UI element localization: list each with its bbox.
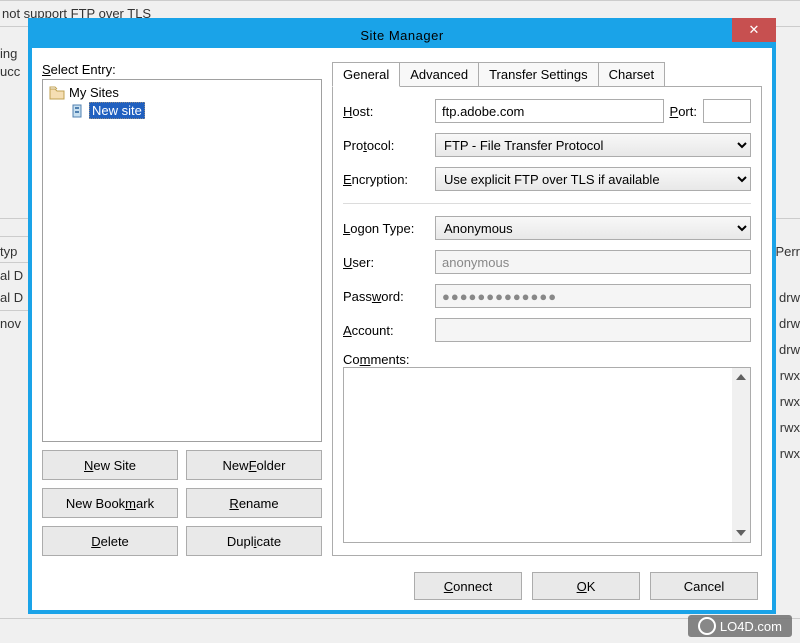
user-label: User:: [343, 255, 429, 270]
host-input[interactable]: [435, 99, 664, 123]
protocol-row: Protocol: FTP - File Transfer Protocol: [343, 133, 751, 157]
logon-type-row: Logon Type: Anonymous: [343, 216, 751, 240]
tree-root-my-sites[interactable]: My Sites: [47, 84, 317, 101]
scroll-down-icon[interactable]: [732, 524, 750, 542]
bg-text: rwx: [780, 394, 800, 409]
main-row: Select Entry: My Sites New site: [42, 62, 762, 556]
bg-text: ucc: [0, 64, 20, 79]
account-label: Account:: [343, 323, 429, 338]
bg-text: drw: [779, 316, 800, 331]
encryption-row: Encryption: Use explicit FTP over TLS if…: [343, 167, 751, 191]
tab-charset[interactable]: Charset: [598, 62, 666, 87]
cancel-button[interactable]: Cancel: [650, 572, 758, 600]
password-input: [435, 284, 751, 308]
tree-item-new-site[interactable]: New site: [67, 101, 317, 120]
bg-text: Perr: [775, 244, 800, 259]
bg-text: typ: [0, 244, 17, 259]
dialog-body: Select Entry: My Sites New site: [32, 48, 772, 610]
bg-text: al D: [0, 290, 23, 305]
close-button[interactable]: ✕: [732, 18, 776, 42]
site-buttons: New Site New Folder New Bookmark Rename …: [42, 450, 322, 556]
comments-textarea[interactable]: [344, 368, 732, 542]
bg-text: rwx: [780, 420, 800, 435]
bg-text: rwx: [780, 368, 800, 383]
comments-block: Comments:: [343, 352, 751, 543]
titlebar[interactable]: Site Manager ✕: [32, 22, 772, 48]
protocol-label: Protocol:: [343, 138, 429, 153]
new-bookmark-button[interactable]: New Bookmark: [42, 488, 178, 518]
new-site-button[interactable]: New Site: [42, 450, 178, 480]
bg-text: drw: [779, 290, 800, 305]
tab-transfer-settings[interactable]: Transfer Settings: [478, 62, 599, 87]
bg-text: nov: [0, 316, 21, 331]
tree-item-label-selected: New site: [89, 102, 145, 119]
port-label: Port:: [670, 104, 697, 119]
bg-text: drw: [779, 342, 800, 357]
server-icon: [69, 103, 85, 119]
divider: [343, 203, 751, 204]
site-tree[interactable]: My Sites New site: [42, 79, 322, 442]
bg-text: rwx: [780, 446, 800, 461]
host-row: Host: Port:: [343, 99, 751, 123]
connect-button[interactable]: Connect: [414, 572, 522, 600]
select-entry-label: Select Entry:: [42, 62, 322, 77]
encryption-select[interactable]: Use explicit FTP over TLS if available: [435, 167, 751, 191]
site-manager-dialog: Site Manager ✕ Select Entry: My Sites: [28, 18, 776, 614]
ok-button[interactable]: OK: [532, 572, 640, 600]
host-label: Host:: [343, 104, 429, 119]
tab-advanced[interactable]: Advanced: [399, 62, 479, 87]
user-input: [435, 250, 751, 274]
rename-button[interactable]: Rename: [186, 488, 322, 518]
globe-icon: [698, 617, 716, 635]
encryption-label: Encryption:: [343, 172, 429, 187]
bg-text: ing: [0, 46, 17, 61]
password-row: Password:: [343, 284, 751, 308]
bg-text: al D: [0, 268, 23, 283]
scrollbar[interactable]: [732, 368, 750, 542]
tabs: General Advanced Transfer Settings Chars…: [332, 62, 762, 87]
footer-buttons: Connect OK Cancel: [42, 566, 762, 600]
delete-button[interactable]: Delete: [42, 526, 178, 556]
account-row: Account:: [343, 318, 751, 342]
comments-label: Comments:: [343, 352, 751, 367]
logon-type-select[interactable]: Anonymous: [435, 216, 751, 240]
left-pane: Select Entry: My Sites New site: [42, 62, 322, 556]
right-pane: General Advanced Transfer Settings Chars…: [332, 62, 762, 556]
watermark-text: LO4D.com: [720, 619, 782, 634]
duplicate-button[interactable]: Duplicate: [186, 526, 322, 556]
close-icon: ✕: [749, 22, 760, 38]
password-label: Password:: [343, 289, 429, 304]
watermark: LO4D.com: [688, 615, 792, 637]
scroll-up-icon[interactable]: [732, 368, 750, 386]
protocol-select[interactable]: FTP - File Transfer Protocol: [435, 133, 751, 157]
user-row: User:: [343, 250, 751, 274]
folder-icon: [49, 86, 65, 100]
new-folder-button[interactable]: New Folder: [186, 450, 322, 480]
account-input: [435, 318, 751, 342]
tab-panel-general: Host: Port: Protocol: FTP - File Transfe…: [332, 86, 762, 556]
comments-wrap: [343, 367, 751, 543]
window-title: Site Manager: [360, 28, 443, 43]
logon-type-label: Logon Type:: [343, 221, 429, 236]
tree-root-label: My Sites: [69, 85, 119, 100]
tab-general[interactable]: General: [332, 62, 400, 87]
port-input[interactable]: [703, 99, 751, 123]
